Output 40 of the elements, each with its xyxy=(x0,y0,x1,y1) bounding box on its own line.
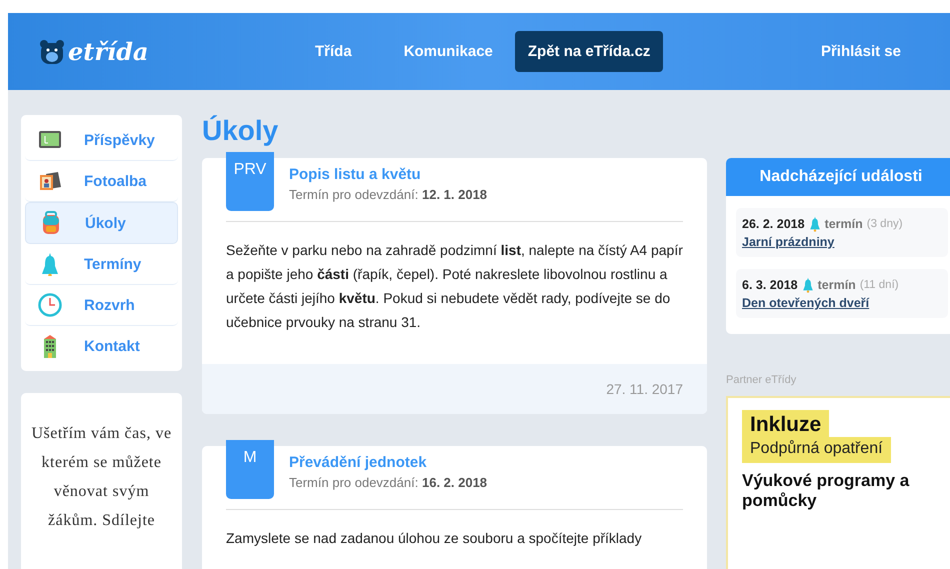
sidebar-item[interactable]: Termíny xyxy=(25,244,178,285)
advert-subtitle: Podpůrná opatření xyxy=(742,437,891,463)
event-date: 6. 3. 2018 xyxy=(742,278,798,292)
bell-icon xyxy=(808,216,821,232)
task-title[interactable]: Popis listu a květu xyxy=(289,166,488,183)
events-title: Nadcházející události xyxy=(726,158,950,196)
task-title[interactable]: Převádění jednotek xyxy=(289,454,488,471)
due-date: Termín pro odevzdání: 12. 1. 2018 xyxy=(289,187,488,202)
login-link[interactable]: Přihlásit se xyxy=(790,35,923,68)
back-button[interactable]: Zpět na eTřída.cz xyxy=(514,31,664,72)
sidebar-item[interactable]: Rozvrh xyxy=(25,285,178,326)
event-link[interactable]: Den otevřených dveří xyxy=(742,296,942,310)
partner-label: Partner eTřídy xyxy=(726,374,798,386)
task-description: Sežeňte v parku nebo na zahradě podzimní list, nalepte na čístý A4 papír a popište jeho části (řapík, čepel). Poté nakreslete libovolnou rostlinu a určete části jejího květu. Pokud si nebudete vědět rady, podívejte se do učebnice prvouky na stranu 31. xyxy=(225,241,684,332)
clock-icon xyxy=(38,293,62,317)
bell-icon xyxy=(802,277,814,293)
subject-badge: PRV xyxy=(226,152,274,211)
bear-icon xyxy=(38,38,66,66)
advert-banner[interactable]: Inkluze Podpůrná opatření Výukové programy a pomůcky xyxy=(726,396,950,569)
sidebar-item[interactable]: Kontakt xyxy=(25,326,178,366)
photo-album-icon xyxy=(38,169,62,193)
page-title: Úkoly xyxy=(202,115,280,148)
subject-badge: M xyxy=(226,440,274,499)
sidebar-item[interactable]: Úkoly xyxy=(25,202,178,244)
event-type: termín xyxy=(818,278,856,292)
task-description: Zamyslete se nad zadanou úlohou ze souboru a spočítejte příklady xyxy=(225,529,643,548)
logo-text[interactable]: etřída xyxy=(68,37,148,66)
sidebar-item[interactable]: Příspěvky xyxy=(25,120,178,161)
event-type: termín xyxy=(824,217,863,231)
days-remaining: (3 dny) xyxy=(866,218,903,230)
advert-text: Výukové programy a pomůcky xyxy=(742,471,910,511)
due-date: Termín pro odevzdání: 16. 2. 2018 xyxy=(289,475,488,490)
promo-text: Ušetřím vám čas, ve kterém se můžete věnovat svým žákům. Sdílejte xyxy=(21,393,182,569)
advert-headline: Inkluze xyxy=(742,410,830,437)
nav-link[interactable]: Komunikace xyxy=(374,35,515,68)
event-link[interactable]: Jarní prázdniny xyxy=(742,235,942,249)
created-date: 27. 11. 2017 xyxy=(606,381,683,397)
nav-link[interactable]: Třída xyxy=(285,35,374,68)
event-date: 26. 2. 2018 xyxy=(742,217,805,231)
days-remaining: (11 dní) xyxy=(860,279,899,291)
